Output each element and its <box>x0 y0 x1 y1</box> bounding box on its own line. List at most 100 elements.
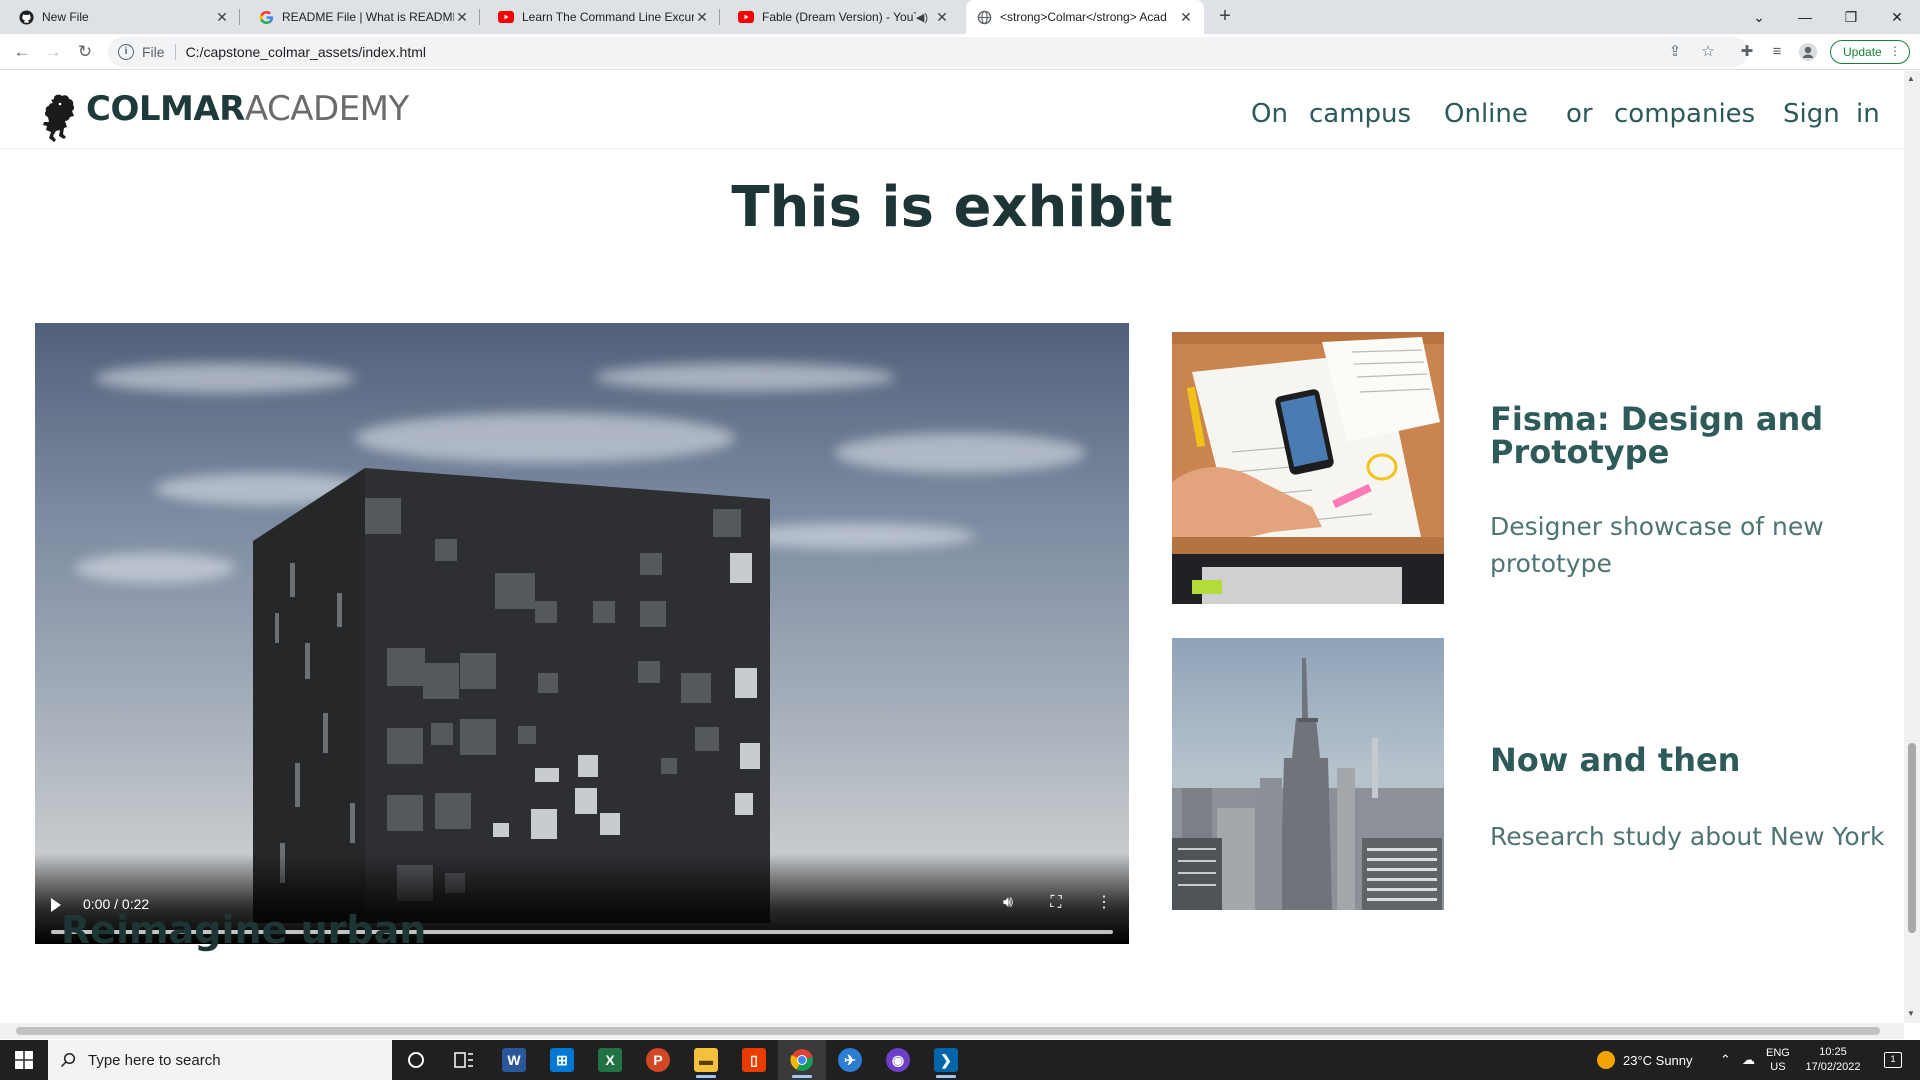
speaker-icon[interactable]: ◀) <box>916 11 928 24</box>
browser-toolbar: ← → ↻ i File C:/capstone_colmar_assets/i… <box>0 34 1920 70</box>
extensions-puzzle-icon[interactable]: ✚ <box>1736 42 1758 62</box>
tab-title: New File <box>42 10 89 24</box>
brand-bold: COLMAR <box>86 89 245 129</box>
close-icon[interactable]: ✕ <box>454 9 470 26</box>
tab-title: Fable (Dream Version) - YouTu <box>762 10 916 24</box>
scrollbar-thumb[interactable] <box>16 1027 1880 1035</box>
weather-widget[interactable]: 23°C Sunny <box>1597 1040 1693 1080</box>
tab-fable[interactable]: Fable (Dream Version) - YouTu ◀) ✕ <box>728 0 960 34</box>
store-icon[interactable]: ⊞ <box>538 1040 586 1080</box>
youtube-icon <box>738 9 754 25</box>
back-icon[interactable]: ← <box>10 40 34 64</box>
windows-taskbar: Type here to search W ⊞ X P ▬ ▯ ✈ ◉ ❯ 23… <box>0 1040 1920 1080</box>
tab-command-line[interactable]: Learn The Command Line Excursi ✕ <box>488 0 720 34</box>
site-header: COLMARACADEMY On campus Online or compan… <box>0 71 1904 149</box>
running-indicator <box>696 1075 716 1078</box>
forward-icon[interactable]: → <box>41 40 65 64</box>
taskbar-search-box[interactable]: Type here to search <box>48 1040 392 1080</box>
card-title[interactable]: Fisma: Design and Prototype <box>1490 403 1890 469</box>
media-queue-icon[interactable]: ≡ <box>1766 42 1788 62</box>
nav-link-for-companies-2[interactable]: companies <box>1614 99 1755 129</box>
update-label: Update <box>1843 45 1882 59</box>
more-menu-icon[interactable]: ⋮ <box>1889 44 1901 58</box>
notification-icon[interactable]: 1 <box>1878 1040 1908 1080</box>
brand-wordmark[interactable]: COLMARACADEMY <box>86 89 409 129</box>
vertical-scrollbar[interactable]: ▲ ▼ <box>1904 71 1920 1023</box>
github-desktop-icon[interactable]: ◉ <box>874 1040 922 1080</box>
nav-word: On <box>1251 99 1288 129</box>
search-icon <box>60 1052 76 1068</box>
url-text[interactable]: C:/capstone_colmar_assets/index.html <box>186 44 426 60</box>
new-york-skyline-photo <box>1172 638 1444 910</box>
vscode-icon[interactable]: ❯ <box>922 1040 970 1080</box>
horizontal-scrollbar[interactable] <box>0 1023 1904 1039</box>
language-indicator[interactable]: ENG US <box>1766 1040 1790 1080</box>
lang-top: ENG <box>1766 1047 1790 1059</box>
minimize-button[interactable]: — <box>1782 0 1828 34</box>
nav-link-on-campus[interactable]: On <box>1251 99 1288 129</box>
nav-link-online[interactable]: Online <box>1444 99 1528 129</box>
chrome-icon[interactable] <box>778 1040 826 1080</box>
brand-light: ACADEMY <box>244 89 409 129</box>
share-icon[interactable]: ⇪ <box>1664 42 1686 62</box>
close-icon[interactable]: ✕ <box>694 9 710 26</box>
video-player[interactable]: 0:00 / 0:22 🔊︎ ⛶ ⋮ <box>35 323 1129 944</box>
card-title[interactable]: Now and then <box>1490 744 1890 777</box>
nav-word: campus <box>1309 99 1412 129</box>
update-button[interactable]: Update ⋮ <box>1830 40 1910 64</box>
word-icon[interactable]: W <box>490 1040 538 1080</box>
scrollbar-thumb[interactable] <box>1908 743 1916 933</box>
close-icon[interactable]: ✕ <box>214 9 230 26</box>
page-title: This is exhibit <box>731 175 1173 240</box>
tab-title: README File | What is README & <box>282 10 454 24</box>
section-title: Reimagine urban <box>61 908 427 952</box>
clock[interactable]: 10:25 17/02/2022 <box>1802 1040 1864 1080</box>
sun-icon <box>1597 1051 1615 1069</box>
close-icon[interactable]: ✕ <box>1178 9 1194 26</box>
windows-start-icon[interactable] <box>0 1040 48 1080</box>
colmar-lion-logo[interactable] <box>38 93 80 143</box>
window-close-button[interactable]: ✕ <box>1874 0 1920 34</box>
tab-search-chevron-icon[interactable]: ⌄ <box>1736 0 1782 34</box>
card-description: Designer showcase of new prototype <box>1490 512 1824 578</box>
file-explorer-icon[interactable]: ▬ <box>682 1040 730 1080</box>
info-icon[interactable]: i <box>118 44 134 60</box>
onedrive-cloud-icon[interactable]: ☁ <box>1742 1040 1755 1080</box>
nav-link-for-companies[interactable]: or <box>1566 99 1593 129</box>
office-icon[interactable]: ▯ <box>730 1040 778 1080</box>
tab-title: <strong>Colmar</strong> Acad <box>1000 10 1167 24</box>
nav-word: Online <box>1444 99 1528 129</box>
powerpoint-icon[interactable]: P <box>634 1040 682 1080</box>
address-bar[interactable]: i File C:/capstone_colmar_assets/index.h… <box>108 37 1748 67</box>
web-page: COLMARACADEMY On campus Online or compan… <box>0 71 1904 1023</box>
cortana-icon[interactable] <box>392 1040 440 1080</box>
bookmark-star-icon[interactable]: ☆ <box>1697 42 1719 62</box>
card-description: Research study about New York <box>1490 822 1885 851</box>
new-tab-button[interactable]: + <box>1213 5 1237 29</box>
video-more-icon[interactable]: ⋮ <box>1093 892 1115 914</box>
excel-icon[interactable]: X <box>586 1040 634 1080</box>
github-icon <box>18 9 34 25</box>
tab-readme[interactable]: README File | What is README & ✕ <box>248 0 480 34</box>
omnibox-divider <box>174 44 176 60</box>
nav-word: in <box>1856 99 1880 129</box>
nav-link-sign-in-2[interactable]: in <box>1856 99 1880 129</box>
reload-icon[interactable]: ↻ <box>73 40 97 64</box>
restore-button[interactable]: ❐ <box>1828 0 1874 34</box>
chevron-up-icon[interactable]: ⌃ <box>1720 1040 1731 1080</box>
tab-new-file[interactable]: New File ✕ <box>8 0 240 34</box>
scroll-up-arrow-icon[interactable]: ▲ <box>1907 74 1915 83</box>
nav-link-sign-in[interactable]: Sign <box>1783 99 1840 129</box>
play-icon[interactable] <box>51 898 61 912</box>
telegram-icon[interactable]: ✈ <box>826 1040 874 1080</box>
nav-link-on-campus-2[interactable]: campus <box>1309 99 1411 129</box>
volume-icon[interactable]: 🔊︎ <box>997 892 1019 914</box>
scroll-down-arrow-icon[interactable]: ▼ <box>1907 1009 1915 1018</box>
fullscreen-icon[interactable]: ⛶ <box>1045 892 1067 914</box>
tab-colmar-academy[interactable]: <strong>Colmar</strong> Acad ✕ <box>966 0 1204 34</box>
close-icon[interactable]: ✕ <box>934 9 950 26</box>
desk-workspace-photo <box>1172 332 1444 604</box>
nav-word: Sign <box>1783 99 1840 129</box>
profile-avatar-icon[interactable] <box>1797 42 1819 62</box>
task-view-icon[interactable] <box>440 1040 488 1080</box>
